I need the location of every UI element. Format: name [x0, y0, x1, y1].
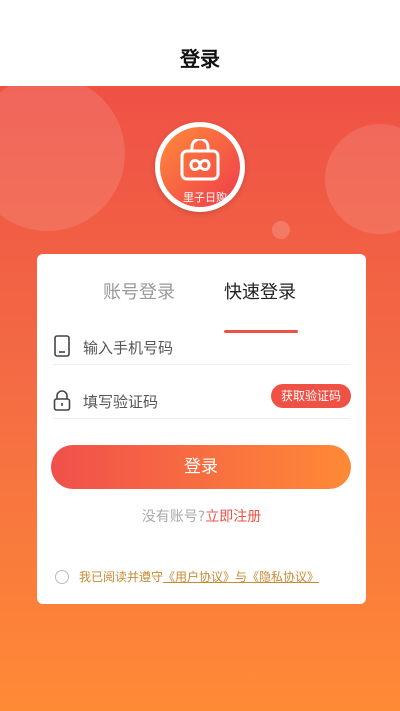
shopping-bag-icon	[180, 139, 220, 181]
get-code-button[interactable]: 获取验证码	[271, 384, 351, 408]
register-prompt: 没有账号?	[141, 509, 206, 525]
lock-icon	[53, 390, 71, 411]
agreement-checkbox[interactable]	[55, 569, 69, 584]
agreement-row: 我已阅读并遵守 《用户协议》 与 《隐私协议》	[55, 568, 319, 585]
phone-field[interactable]: 输入手机号码	[53, 330, 350, 365]
top-bar: 登录	[0, 0, 400, 86]
tab-quick-login[interactable]: 快速登录	[224, 278, 296, 304]
logo-badge: 里子日购	[160, 127, 240, 207]
privacy-agreement-link[interactable]: 《隐私协议》	[247, 568, 319, 585]
agreement-and: 与	[235, 570, 248, 584]
register-link[interactable]: 立即注册	[205, 509, 261, 525]
phone-icon	[54, 335, 70, 357]
agreement-prefix: 我已阅读并遵守	[79, 570, 164, 584]
decor-bubble	[0, 86, 125, 231]
login-tabs: 账号登录 快速登录	[37, 278, 366, 333]
register-row: 没有账号?立即注册	[37, 506, 366, 526]
page-title: 登录	[180, 46, 220, 71]
app-logo: 里子日购	[155, 122, 245, 212]
decor-bubble	[272, 221, 290, 239]
tab-account-login[interactable]: 账号登录	[103, 278, 175, 304]
login-card: 账号登录 快速登录 输入手机号码 填写验证码 获取验证码 登录 没有账号?立即注…	[37, 254, 366, 604]
phone-input[interactable]: 输入手机号码	[83, 337, 173, 358]
decor-bubble	[325, 124, 400, 234]
login-button[interactable]: 登录	[51, 445, 351, 489]
logo-text: 里子日购	[183, 191, 227, 204]
user-agreement-link[interactable]: 《用户协议》	[163, 568, 235, 585]
code-input[interactable]: 填写验证码	[83, 391, 158, 412]
